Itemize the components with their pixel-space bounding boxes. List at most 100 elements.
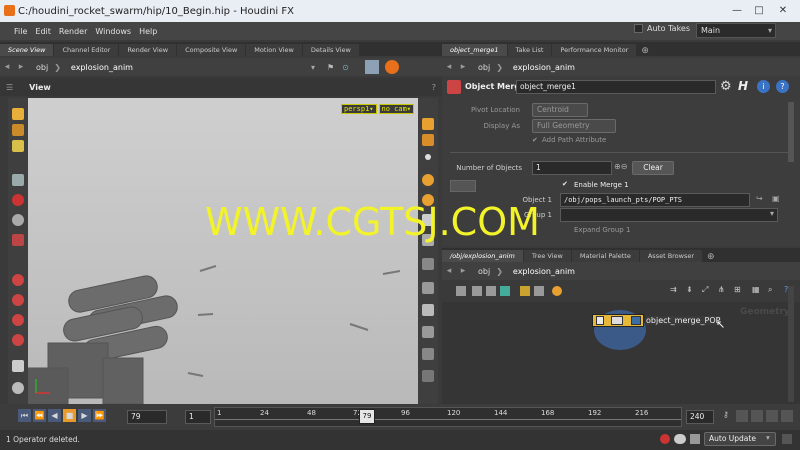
bypass-flag[interactable]	[596, 316, 604, 325]
path-root[interactable]: obj	[32, 63, 52, 72]
viewer-menu-icon[interactable]: ☰	[6, 83, 13, 92]
gear-icon[interactable]: ⚙	[720, 79, 732, 94]
tab-material-palette[interactable]: Material Palette	[571, 250, 639, 262]
camera-menu[interactable]: persp1▾	[341, 104, 377, 114]
op-chooser-icon[interactable]: ▣	[772, 194, 780, 203]
path-dropdown-icon[interactable]: ▾	[311, 63, 315, 72]
enable-merge-checkmark-icon[interactable]: ✔	[562, 180, 568, 188]
move-nodes-icon[interactable]: ⤢	[702, 285, 708, 295]
snap-grid-icon[interactable]	[12, 294, 24, 306]
auto-takes-checkbox[interactable]	[634, 24, 643, 33]
arrow-tool-icon[interactable]	[12, 174, 24, 186]
image-icon[interactable]	[486, 286, 496, 296]
stepper-icon[interactable]: ⊕⊖	[614, 162, 627, 171]
handle-tool-icon[interactable]	[12, 194, 24, 206]
close-button[interactable]: ✕	[771, 2, 795, 19]
wire-icon[interactable]	[422, 304, 434, 316]
camera-icon[interactable]	[12, 382, 24, 394]
info-icon[interactable]: i	[757, 80, 770, 93]
cube-icon[interactable]	[364, 60, 379, 74]
network-forward-icon[interactable]: ▸	[456, 266, 470, 276]
maximize-button[interactable]: □	[749, 2, 769, 19]
add-tab-icon[interactable]: ⊕	[641, 46, 649, 56]
desktop-select[interactable]: Main ▾	[696, 23, 776, 38]
network-box-icon[interactable]	[552, 286, 562, 296]
jump-start-icon[interactable]: ⏮	[18, 409, 31, 422]
node-name-field[interactable]: object_merge1	[516, 80, 716, 94]
auto-takes-toggle[interactable]: Auto Takes	[634, 24, 690, 33]
group-dropdown-icon[interactable]: ▾	[770, 209, 774, 218]
param-path-node[interactable]: explosion_anim	[509, 63, 579, 72]
align-icon[interactable]: ⇉	[670, 285, 677, 294]
safe-area-icon[interactable]	[422, 370, 434, 382]
performance-icon[interactable]	[690, 434, 700, 444]
help-icon[interactable]: ?	[432, 83, 436, 92]
play-icon[interactable]: ▶	[78, 409, 91, 422]
grid-icon[interactable]	[422, 326, 434, 338]
list-mode-icon[interactable]	[456, 286, 466, 296]
param-back-icon[interactable]: ◂	[442, 62, 456, 72]
layout-icon[interactable]	[472, 286, 482, 296]
realtime-icon[interactable]	[736, 410, 748, 422]
tab-network-path[interactable]: /obj/explosion_anim	[442, 250, 523, 262]
audio-icon[interactable]	[751, 410, 763, 422]
tab-take-list[interactable]: Take List	[507, 44, 552, 56]
network-scrollbar[interactable]	[788, 286, 794, 402]
distribute-icon[interactable]: ⇟	[686, 285, 693, 294]
multiparm-controls[interactable]	[450, 180, 476, 192]
link-icon[interactable]: ⊙	[342, 63, 349, 72]
tree-icon[interactable]: ⋔	[718, 285, 725, 294]
rotate-tool-icon[interactable]	[12, 140, 24, 152]
global-anim-icon[interactable]	[766, 410, 778, 422]
display-as-select[interactable]: Full Geometry	[532, 119, 616, 133]
tab-tree-view[interactable]: Tree View	[523, 250, 571, 262]
sticky-note-icon[interactable]	[520, 286, 530, 296]
network-add-tab-icon[interactable]: ⊕	[707, 252, 715, 262]
end-frame-field[interactable]: 240	[686, 410, 714, 424]
tab-channel-editor[interactable]: Channel Editor	[54, 44, 119, 56]
pose-tool-icon[interactable]	[12, 214, 24, 226]
frame-marker[interactable]: 79	[359, 409, 375, 424]
template-icon[interactable]	[12, 360, 24, 372]
display-flag[interactable]	[631, 316, 641, 325]
timeline-ruler[interactable]: 1 24 48 72 96 120 144 168 192 216 79	[214, 407, 682, 427]
texture-icon[interactable]	[422, 194, 434, 206]
normals-icon[interactable]	[422, 258, 434, 270]
param-scrollbar[interactable]	[788, 102, 794, 162]
tab-render-view[interactable]: Render View	[119, 44, 177, 56]
clear-button[interactable]: Clear	[632, 161, 674, 175]
display-icon[interactable]	[422, 118, 434, 130]
zoom-icon[interactable]: ⌕	[768, 285, 772, 295]
menu-file[interactable]: File	[14, 27, 27, 36]
move-tool-icon[interactable]	[12, 124, 24, 136]
message-icon[interactable]	[674, 434, 686, 444]
menu-edit[interactable]: Edit	[35, 27, 51, 36]
stop-icon[interactable]: ■	[63, 409, 76, 422]
pin-icon[interactable]: ⚑	[327, 63, 334, 72]
menu-help[interactable]: Help	[139, 27, 157, 36]
dot-node-icon[interactable]	[534, 286, 544, 296]
number-of-objects-field[interactable]: 1	[532, 161, 612, 175]
step-back-icon[interactable]: ⏪	[33, 409, 46, 422]
bars-icon[interactable]: ▦	[752, 285, 760, 294]
network-path-root[interactable]: obj	[474, 267, 494, 276]
object1-field[interactable]: /obj/pops_launch_pts/POP_PTS	[560, 193, 750, 207]
start-frame-field[interactable]: 1	[185, 410, 211, 424]
current-frame-field[interactable]: 79	[127, 410, 167, 424]
snap-prim-icon[interactable]	[12, 314, 24, 326]
error-icon[interactable]	[660, 434, 670, 444]
render-icon[interactable]	[384, 60, 399, 74]
forward-arrow-icon[interactable]: ▸	[14, 62, 28, 72]
lighting-icon[interactable]	[422, 174, 434, 186]
jump-to-op-icon[interactable]: ↪	[756, 194, 763, 203]
grid-view-icon[interactable]	[500, 286, 510, 296]
minimize-button[interactable]: —	[727, 2, 747, 19]
background-icon[interactable]	[422, 348, 434, 360]
network-back-icon[interactable]: ◂	[442, 266, 456, 276]
play-reverse-icon[interactable]: ◀	[48, 409, 61, 422]
pivot-location-select[interactable]: Centroid	[532, 103, 588, 117]
ghost-icon[interactable]	[422, 214, 434, 226]
points-icon[interactable]	[422, 234, 434, 246]
shading-icon[interactable]	[422, 134, 434, 146]
scene-viewport[interactable]: persp1▾ no cam▾	[28, 98, 418, 404]
